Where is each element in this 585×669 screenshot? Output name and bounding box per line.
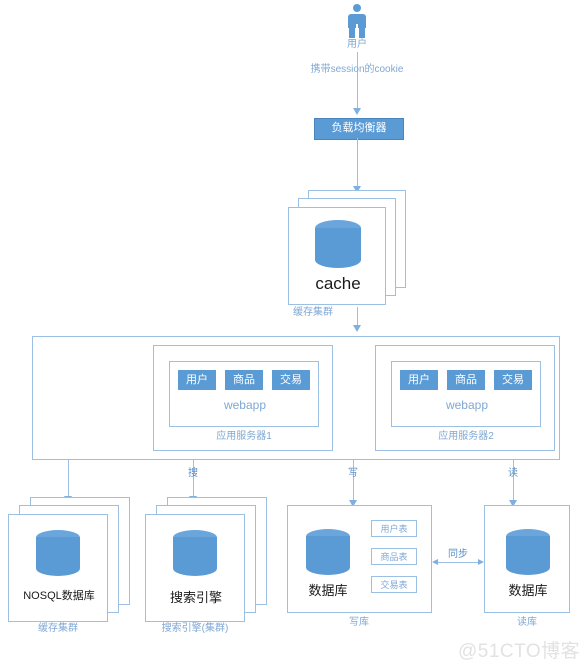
- module-chip-user[interactable]: 用户: [178, 370, 216, 390]
- cache-title: cache: [315, 274, 361, 293]
- database-cylinder-icon: [306, 529, 350, 575]
- module-chip-transaction[interactable]: 交易: [272, 370, 310, 390]
- table-chip-user[interactable]: 用户表: [371, 520, 417, 537]
- read-database-node[interactable]: 数据库: [484, 505, 570, 613]
- load-balancer-node[interactable]: 负载均衡器: [314, 118, 404, 140]
- database-cylinder-icon: [173, 530, 217, 576]
- edge-app-to-read-db: [513, 460, 514, 504]
- architecture-diagram: 用户 携带session的cookie 负载均衡器 cache 缓存集群 用户 …: [0, 0, 585, 669]
- edge-label-search: 搜: [188, 468, 198, 479]
- table-chip-transaction[interactable]: 交易表: [371, 576, 417, 593]
- app-server-1[interactable]: 用户 商品 交易 webapp 应用服务器1: [153, 345, 333, 451]
- edge-app-to-search: [193, 460, 194, 500]
- module-chip-transaction[interactable]: 交易: [494, 370, 532, 390]
- person-icon: [344, 4, 370, 38]
- cache-cluster-node[interactable]: cache: [288, 190, 408, 308]
- search-engine-title: 搜索引擎: [169, 590, 222, 605]
- database-cylinder-icon: [506, 529, 550, 575]
- edge-cache-to-apptier-arrowhead: [353, 325, 361, 332]
- edge-user-to-lb-arrowhead: [353, 108, 361, 115]
- cache-caption: 缓存集群: [293, 307, 333, 318]
- read-database-title: 数据库: [508, 583, 548, 598]
- watermark: @51CTO博客: [458, 641, 581, 662]
- search-engine-cluster-node[interactable]: 搜索引擎: [145, 497, 270, 622]
- app-server-2-webapp-label: webapp: [445, 398, 489, 412]
- edge-label-read: 读: [508, 468, 518, 479]
- edge-label-sync: 同步: [448, 549, 468, 560]
- edge-user-to-lb: [357, 52, 358, 112]
- search-engine-caption: 搜索引擎(集群): [161, 623, 229, 634]
- user-label: 用户: [347, 39, 367, 50]
- app-server-2[interactable]: 用户 商品 交易 webapp 应用服务器2: [375, 345, 555, 451]
- database-cylinder-icon: [315, 220, 361, 268]
- write-database-title: 数据库: [308, 583, 348, 598]
- table-chip-product[interactable]: 商品表: [371, 548, 417, 565]
- app-server-2-caption: 应用服务器2: [438, 431, 494, 442]
- app-server-1-caption: 应用服务器1: [216, 431, 272, 442]
- nosql-title: NOSQL数据库: [23, 590, 95, 602]
- module-chip-product[interactable]: 商品: [225, 370, 263, 390]
- write-database-node[interactable]: 数据库 用户表 商品表 交易表: [287, 505, 432, 613]
- database-cylinder-icon: [36, 530, 80, 576]
- edge-app-to-nosql: [68, 460, 69, 500]
- cache-card-front: cache: [288, 207, 386, 305]
- read-database-caption: 读库: [517, 617, 537, 628]
- app-server-2-webapp: 用户 商品 交易 webapp: [391, 361, 541, 427]
- edge-lb-to-cache: [357, 138, 358, 190]
- app-server-1-webapp: 用户 商品 交易 webapp: [169, 361, 319, 427]
- edge-label-write: 写: [348, 468, 358, 479]
- module-chip-user[interactable]: 用户: [400, 370, 438, 390]
- write-database-caption: 写库: [349, 617, 369, 628]
- nosql-card-front: NOSQL数据库: [8, 514, 108, 622]
- edge-label-session-cookie: 携带session的cookie: [310, 64, 404, 75]
- search-card-front: 搜索引擎: [145, 514, 245, 622]
- app-server-1-webapp-label: webapp: [223, 398, 267, 412]
- nosql-cluster-node[interactable]: NOSQL数据库: [8, 497, 133, 622]
- module-chip-product[interactable]: 商品: [447, 370, 485, 390]
- edge-app-to-write-db: [353, 460, 354, 504]
- edge-db-sync-line: [434, 562, 482, 563]
- nosql-caption: 缓存集群: [38, 623, 78, 634]
